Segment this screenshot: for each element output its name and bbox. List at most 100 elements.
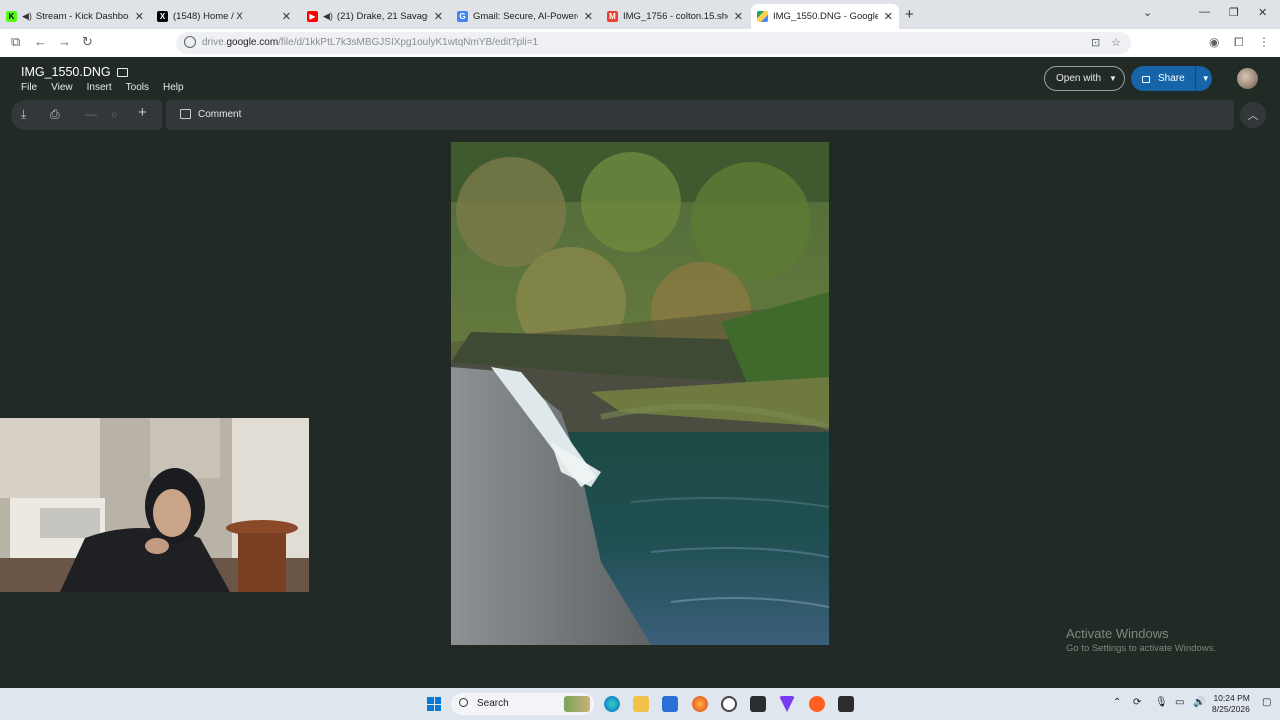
app-icon-2[interactable] [838, 696, 854, 712]
comment-button[interactable]: Comment [198, 109, 241, 120]
tab-title: IMG_1550.DNG - Google Drive [773, 11, 878, 22]
menu-file[interactable]: File [21, 82, 37, 93]
taskbar-search[interactable]: Search [451, 693, 594, 715]
waterfall-photo [451, 142, 829, 645]
print-icon[interactable]: ⎙ [50, 107, 60, 122]
caret-down-icon: ▼ [1109, 74, 1117, 83]
tab-title: (1548) Home / X [173, 11, 243, 22]
close-tab-icon[interactable]: ✕ [734, 10, 743, 23]
search-icon [459, 698, 468, 707]
bookmark-star-icon[interactable]: ☆ [1111, 36, 1121, 49]
x-icon: X [157, 11, 168, 22]
menu-tools[interactable]: Tools [126, 82, 149, 93]
tab-title: (21) Drake, 21 Savage - Tur [336, 11, 428, 22]
close-tab-icon[interactable]: ✕ [135, 10, 144, 23]
image-preview[interactable] [451, 142, 829, 645]
zoom-icon[interactable]: ⌕ [111, 107, 118, 122]
url-input[interactable]: drive.google.com/file/d/1kkPtL7k3sMBGJSI… [176, 32, 1131, 54]
browser-tab-strip: K ◀) Stream - Kick Dashboard ✕ X (1548) … [0, 0, 1280, 29]
tab-title: IMG_1756 - colton.15.shepard@ [623, 11, 728, 22]
google-icon: G [457, 11, 468, 22]
tab-title: Stream - Kick Dashboard [35, 11, 129, 22]
viewer-toolbar: ⤓ ⎙ — ⌕ + [11, 100, 162, 130]
forward-button[interactable]: → [58, 34, 71, 49]
tab-google-drive[interactable]: IMG_1550.DNG - Google Drive ✕ [751, 4, 899, 29]
tab-actions-icon[interactable]: ⧉ [11, 34, 20, 50]
menu-insert[interactable]: Insert [87, 82, 112, 93]
close-tab-icon[interactable]: ✕ [884, 10, 893, 23]
windows-taskbar: Search ⌃ ⟳ 🎙 ▭ 🔊 10:24 PM 8/25/2026 ▢ [0, 688, 1280, 720]
share-options-icon[interactable]: ▼ [1202, 74, 1210, 83]
edge-icon[interactable] [604, 696, 620, 712]
tab-kick[interactable]: K ◀) Stream - Kick Dashboard ✕ [0, 4, 150, 29]
tab-title: Gmail: Secure, AI-Powered Em [473, 11, 578, 22]
reload-button[interactable]: ↻ [82, 34, 93, 50]
gmail-icon: M [607, 11, 618, 22]
file-explorer-icon[interactable] [633, 696, 649, 712]
file-title: IMG_1550.DNG [21, 65, 128, 79]
chevron-up-icon: ︿ [1247, 110, 1259, 122]
lock-icon [1142, 76, 1150, 83]
menu-help[interactable]: Help [163, 82, 184, 93]
collapse-toolbar-button[interactable]: ︿ [1240, 102, 1266, 128]
download-icon[interactable]: ⤓ [21, 107, 26, 122]
zoom-out-icon[interactable]: — [85, 107, 97, 121]
clock-time: 10:24 PM [1213, 693, 1250, 703]
activate-windows-title: Activate Windows [1066, 626, 1169, 641]
close-tab-icon[interactable]: ✕ [434, 10, 443, 23]
clock-date: 8/25/2026 [1212, 704, 1250, 714]
maximize-button[interactable]: ❐ [1229, 6, 1239, 19]
back-button[interactable]: ← [34, 34, 47, 49]
new-tab-button[interactable]: + [905, 6, 914, 23]
share-button[interactable]: Share ▼ [1131, 66, 1212, 91]
store-icon[interactable] [662, 696, 678, 712]
file-name: IMG_1550.DNG [21, 65, 111, 79]
youtube-icon: ▶ [307, 11, 318, 22]
webcam-overlay [0, 418, 309, 592]
zoom-in-icon[interactable]: + [138, 104, 147, 121]
brave-icon[interactable] [809, 696, 825, 712]
close-tab-icon[interactable]: ✕ [584, 10, 593, 23]
url-text: drive.google.com/file/d/1kkPtL7k3sMBGJSI… [202, 37, 539, 48]
vpn-icon[interactable] [779, 696, 795, 712]
menu-bar: File View Insert Tools Help [21, 82, 198, 93]
activate-windows-subtitle: Go to Settings to activate Windows. [1066, 643, 1216, 654]
tab-search-icon[interactable]: ⌄ [1143, 6, 1152, 19]
install-app-icon[interactable]: ⊡ [1091, 36, 1100, 49]
volume-icon[interactable]: 🔊 [1193, 697, 1205, 708]
open-with-button[interactable]: Open with ▼ [1044, 66, 1125, 91]
address-bar-row: ⧉ ← → ↻ drive.google.com/file/d/1kkPtL7k… [0, 29, 1280, 57]
start-button[interactable] [427, 697, 441, 711]
microphone-icon[interactable]: 🎙 [1155, 697, 1168, 708]
menu-view[interactable]: View [51, 82, 73, 93]
tab-youtube[interactable]: ▶ ◀) (21) Drake, 21 Savage - Tur ✕ [301, 4, 449, 29]
open-with-label: Open with [1056, 73, 1102, 84]
clock[interactable]: 10:24 PM 8/25/2026 [1212, 693, 1250, 715]
account-avatar[interactable] [1237, 68, 1258, 89]
share-label: Share [1158, 73, 1185, 84]
sync-icon[interactable]: ⟳ [1133, 697, 1141, 708]
extensions-icon[interactable]: ⧠ [1234, 35, 1244, 50]
close-window-button[interactable]: ✕ [1258, 6, 1267, 19]
site-info-icon[interactable] [184, 36, 196, 48]
tab-x[interactable]: X (1548) Home / X ✕ [151, 4, 297, 29]
notifications-icon[interactable]: ▢ [1262, 697, 1271, 708]
drive-file-viewer: IMG_1550.DNG File View Insert Tools Help… [0, 57, 1280, 688]
minimize-button[interactable]: — [1199, 6, 1210, 18]
tab-gmail-google[interactable]: G Gmail: Secure, AI-Powered Em ✕ [451, 4, 599, 29]
firefox-icon[interactable] [692, 696, 708, 712]
comment-icon[interactable] [180, 109, 191, 119]
app-icon-1[interactable] [750, 696, 766, 712]
profile-icon[interactable]: ◉ [1209, 35, 1219, 49]
tray-overflow-icon[interactable]: ⌃ [1113, 697, 1121, 708]
comment-bar: Comment [166, 100, 1234, 130]
tab-gmail-img[interactable]: M IMG_1756 - colton.15.shepard@ ✕ [601, 4, 749, 29]
share-divider [1194, 66, 1196, 91]
search-highlight-image [564, 696, 590, 712]
close-tab-icon[interactable]: ✕ [282, 10, 291, 23]
browser-menu-icon[interactable]: ⋮ [1258, 35, 1270, 49]
network-icon[interactable]: ▭ [1175, 697, 1184, 708]
move-folder-icon[interactable] [116, 67, 128, 77]
obs-icon[interactable] [721, 696, 737, 712]
speaker-icon: ◀) [323, 11, 333, 21]
